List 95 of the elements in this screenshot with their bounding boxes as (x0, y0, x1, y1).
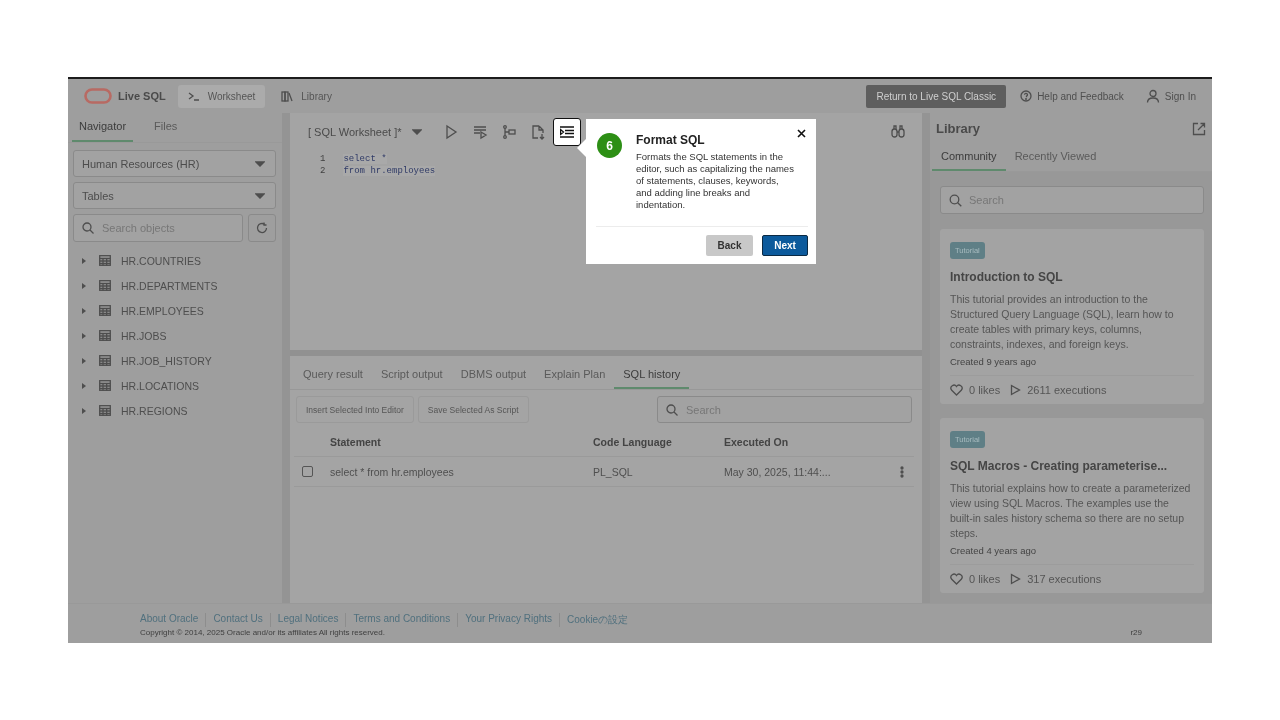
footer-link[interactable]: About Oracle (140, 613, 207, 627)
table-cell-text: select * from hr.employees (330, 465, 455, 478)
column-header: Code Language (593, 435, 673, 448)
user-icon (1145, 89, 1160, 103)
created-text: Created 4 years ago (950, 545, 1038, 556)
run-icon (443, 124, 459, 140)
table-name[interactable]: HR.REGIONS (121, 404, 188, 417)
panel-tab[interactable]: Files (147, 113, 185, 142)
play-icon (1010, 573, 1022, 585)
dropdown[interactable]: Human Resources (HR) (73, 150, 276, 177)
external-link-icon (1192, 121, 1206, 136)
help-link[interactable]: Help and Feedback (1012, 90, 1132, 102)
panel-title: Library (936, 121, 981, 136)
books-icon (281, 90, 294, 102)
table-name[interactable]: HR.JOBS (121, 329, 167, 342)
executions-count: 317 executions (1027, 573, 1102, 585)
app-title: Live SQL (118, 90, 166, 102)
table-name[interactable]: HR.DEPARTMENTS (121, 279, 218, 292)
result-tab[interactable]: DBMS output (451, 359, 536, 389)
footer-link[interactable]: Contact Us (213, 613, 271, 627)
version-label: r29 (1130, 628, 1142, 637)
table-name[interactable]: HR.LOCATIONS (121, 379, 199, 392)
column-header: Statement (330, 435, 382, 448)
caret-icon (411, 129, 422, 135)
table-cell-text: May 30, 2025, 11:44:... (724, 465, 832, 478)
result-tab[interactable]: Script output (371, 359, 452, 389)
play-icon (1010, 384, 1022, 396)
search-icon (666, 403, 678, 416)
table-icon (99, 305, 111, 316)
card-description: This tutorial provides an introduction to the Structured Query Language (SQL), learn how to create tables with primary keys, columns, constraints, indexes, and foreign keys. (950, 292, 1175, 352)
refresh-button[interactable] (248, 214, 276, 242)
nav-link[interactable]: Library (271, 84, 342, 108)
popover-title: Format SQL (636, 133, 706, 147)
format-icon (560, 126, 574, 138)
document-download-icon (530, 124, 546, 140)
footer-link[interactable]: Your Privacy Rights (465, 613, 561, 627)
dropdown[interactable]: Tables (73, 182, 276, 209)
library-tab[interactable]: Recently Viewed (1005, 142, 1106, 171)
copyright-text: Copyright © 2014, 2025 Oracle and/or its affiliates All rights reserved. (140, 628, 385, 637)
heart-icon (950, 384, 963, 396)
table-name[interactable]: HR.EMPLOYEES (121, 304, 204, 317)
likes-count: 0 likes (969, 384, 1001, 396)
table-icon (99, 380, 111, 391)
search-icon (82, 222, 94, 234)
table-cell-text: PL_SQL (593, 465, 634, 478)
sign-in-link[interactable]: Sign In (1137, 89, 1204, 103)
toolbar-button[interactable] (553, 118, 581, 146)
tutorial-card[interactable] (940, 229, 1204, 404)
worksheet-selector[interactable]: [ SQL Worksheet ]* (308, 126, 436, 138)
table-icon (99, 280, 111, 291)
table-name[interactable]: HR.COUNTRIES (121, 254, 201, 267)
next-button[interactable]: Next (762, 235, 808, 256)
card-title: Introduction to SQL (950, 270, 1064, 284)
open-external-button[interactable] (1192, 121, 1206, 136)
footer-link[interactable]: Legal Notices (277, 613, 347, 627)
caret-icon (255, 192, 265, 199)
step-badge: 6 (597, 133, 622, 158)
nav-link[interactable]: Worksheet (177, 84, 266, 108)
footer-link[interactable]: Terms and Conditions (353, 613, 459, 627)
table-icon (99, 330, 111, 341)
card-title: SQL Macros - Creating parameterise... (950, 459, 1169, 473)
popover-text: Formats the SQL statements in the editor, such as capitalizing the names of statements, clauses, keywords, and adding line breaks and indentation. (636, 151, 794, 211)
result-tab[interactable]: SQL history (614, 359, 690, 389)
executions-count: 2611 executions (1027, 384, 1107, 396)
refresh-icon (256, 222, 268, 234)
tutorial-card[interactable] (940, 418, 1204, 593)
more-icon (900, 465, 904, 478)
logo-icon (84, 88, 112, 104)
footer-link[interactable]: Cookieの設定 (567, 613, 636, 627)
result-tab[interactable]: Query result (294, 359, 372, 389)
help-icon (1020, 90, 1033, 102)
result-tab[interactable]: Explain Plan (535, 359, 615, 389)
panel-tab[interactable]: Navigator (72, 113, 134, 142)
close-button[interactable] (796, 128, 807, 139)
tree-diagram-icon (501, 124, 517, 140)
created-text: Created 9 years ago (950, 356, 1038, 367)
likes-count: 0 likes (969, 573, 1001, 585)
table-icon (99, 355, 111, 366)
table-icon (99, 255, 111, 266)
search-icon (949, 194, 962, 207)
line-number: 2 (320, 166, 326, 176)
table-name[interactable]: HR.JOB_HISTORY (121, 354, 212, 367)
column-header: Executed On (724, 435, 790, 448)
binoculars-icon (890, 124, 906, 140)
card-description: This tutorial explains how to create a parameterized view using SQL Macros. The examples use the built-in sales history schema so there are no setup steps. (950, 481, 1192, 541)
back-button[interactable]: Back (706, 235, 753, 256)
line-number: 1 (320, 154, 326, 164)
run-script-icon (472, 124, 488, 140)
caret-icon (255, 160, 265, 167)
heart-icon (950, 573, 963, 585)
table-icon (99, 405, 111, 416)
checkbox[interactable] (302, 466, 313, 477)
close-icon (797, 129, 806, 138)
return-button[interactable]: Return to Live SQL Classic (866, 84, 1007, 108)
terminal-icon (187, 91, 200, 101)
